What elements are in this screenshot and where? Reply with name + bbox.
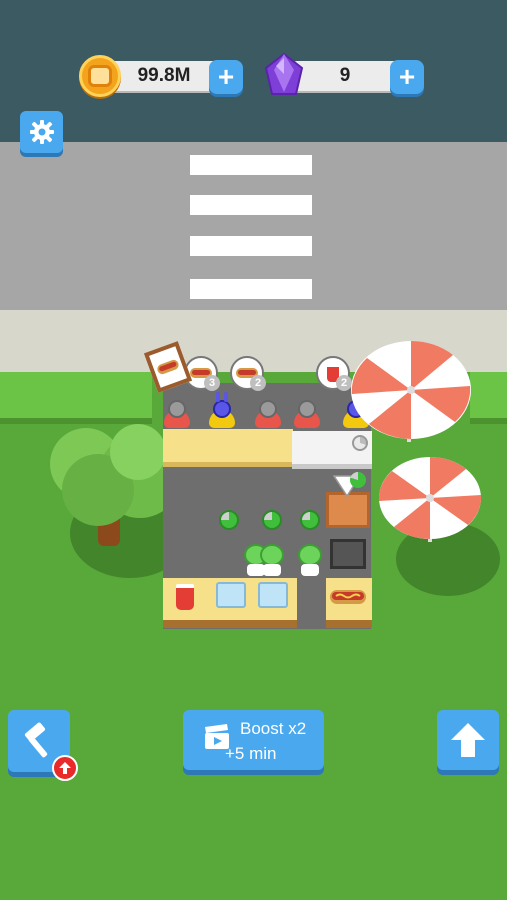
customer	[164, 400, 190, 428]
supply-timer-icon	[350, 472, 366, 488]
crosswalk-stripe	[190, 155, 312, 175]
gem-icon	[264, 52, 304, 95]
cooking-progress-ring	[262, 510, 282, 530]
chef-worker[interactable]	[298, 544, 322, 576]
boost-duration: +5 min	[225, 744, 277, 763]
chef-worker[interactable]	[260, 544, 284, 576]
cooking-progress-ring	[219, 510, 239, 530]
coins-value: 99.8M	[137, 65, 191, 86]
add-coins-button[interactable]: +	[209, 60, 243, 94]
boost-button[interactable]: Boost x2 +5 min	[183, 710, 324, 770]
hammer-icon	[24, 722, 48, 758]
gear-icon	[29, 120, 54, 144]
hotdog-icon	[155, 358, 181, 376]
order-bubble: 2	[230, 356, 266, 391]
order-count: 3	[204, 375, 220, 391]
settings-button[interactable]	[20, 111, 63, 153]
upgrade-button[interactable]	[437, 710, 499, 770]
customer	[255, 400, 281, 428]
add-gems-button[interactable]: +	[390, 60, 424, 94]
hotdog-icon	[330, 590, 366, 604]
worker-station	[216, 582, 246, 608]
crosswalk-stripe	[190, 279, 312, 299]
crosswalk-stripe	[190, 195, 312, 215]
crosswalk-stripe	[190, 236, 312, 256]
grill[interactable]	[330, 539, 366, 569]
build-upgrade-alert	[52, 755, 78, 781]
worker-station	[258, 582, 288, 608]
order-count: 2	[250, 375, 266, 391]
dark-street-area	[0, 0, 507, 142]
arrow-up-icon	[451, 723, 485, 757]
umbrella	[378, 457, 482, 542]
customer	[294, 400, 320, 428]
boost-label: Boost x2	[240, 719, 307, 738]
coin-icon	[79, 55, 121, 97]
order-bubble: 2	[316, 356, 352, 391]
cooking-progress-ring	[300, 510, 320, 530]
customer	[209, 392, 235, 428]
hedge-right	[470, 372, 507, 424]
gems-value: 9	[339, 65, 351, 86]
umbrella	[351, 341, 471, 442]
hedge-left	[0, 372, 152, 424]
arrow-up-icon	[59, 762, 71, 774]
soda-cup-icon	[176, 584, 194, 610]
service-counter	[163, 429, 293, 467]
